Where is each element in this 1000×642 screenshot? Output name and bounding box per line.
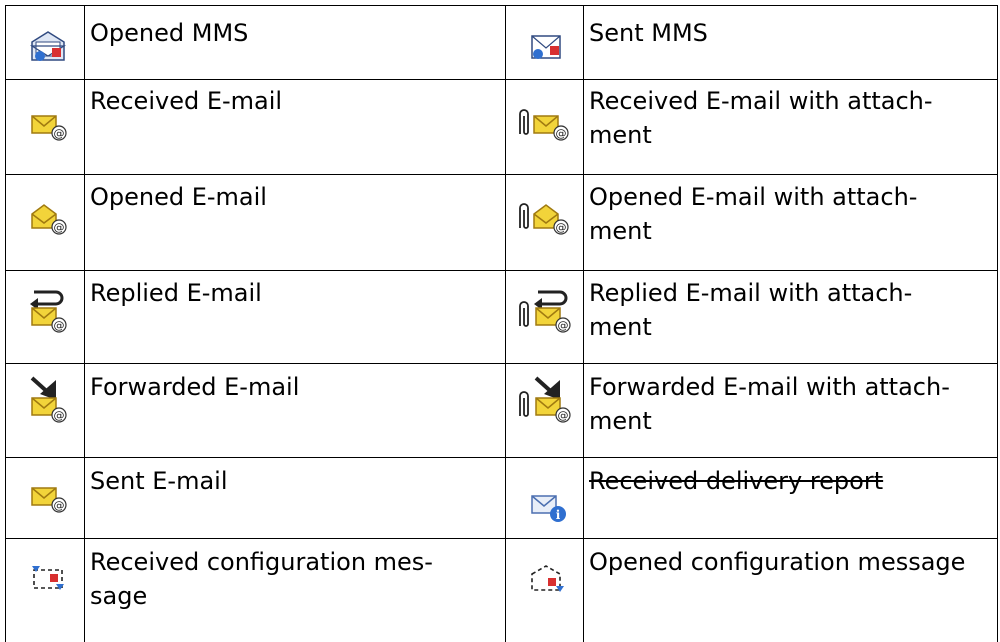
table-rule (5, 270, 998, 271)
opened-email-label: Opened E-mail (90, 183, 267, 211)
received-config-label: Received configuration mes- sage (90, 548, 433, 610)
received-email-icon: @ (31, 115, 67, 141)
svg-text:@: @ (54, 319, 65, 332)
delivery-report-icon: i (531, 495, 566, 522)
table-rule (583, 5, 584, 642)
sent-mms-label: Sent MMS (589, 19, 708, 47)
sent-email-label: Sent E-mail (90, 467, 228, 495)
received-email-label: Received E-mail (90, 87, 283, 115)
opened-config-icon (531, 565, 564, 592)
replied-email-icon: @ (30, 290, 67, 333)
opened-email-icon: @ (31, 204, 67, 235)
sent-mms-icon (531, 35, 561, 59)
svg-text:i: i (556, 508, 561, 522)
table-rule (84, 5, 85, 642)
svg-text:@: @ (54, 127, 65, 140)
table-rule (5, 5, 6, 642)
svg-text:@: @ (54, 221, 65, 234)
forwarded-email-attachment-label: Forwarded E-mail with attach- ment (589, 373, 950, 435)
table-rule (5, 79, 998, 80)
replied-email-attachment-label: Replied E-mail with attach- ment (589, 279, 913, 341)
table-rule (505, 5, 506, 642)
received-email-attachment-label: Received E-mail with attach- ment (589, 87, 933, 149)
replied-email-label: Replied E-mail (90, 279, 262, 307)
replied-email-attachment-icon: @ (519, 290, 571, 333)
svg-text:@: @ (558, 409, 569, 422)
table-rule (5, 363, 998, 364)
received-config-icon (32, 566, 64, 590)
sent-email-icon: @ (31, 487, 67, 513)
forwarded-email-label: Forwarded E-mail (90, 373, 300, 401)
opened-email-attachment-label: Opened E-mail with attach- ment (589, 183, 918, 245)
received-email-attachment-icon: @ (519, 109, 569, 141)
opened-mms-icon (29, 31, 67, 61)
opened-email-attachment-icon: @ (519, 203, 569, 235)
table-rule (997, 5, 998, 642)
forwarded-email-icon: @ (30, 376, 67, 423)
delivery-report-label: Received delivery report (589, 467, 884, 495)
svg-text:@: @ (54, 409, 65, 422)
opened-config-label: Opened configuration message (589, 548, 966, 576)
svg-text:@: @ (556, 221, 567, 234)
table-rule (5, 457, 998, 458)
opened-mms-label: Opened MMS (90, 19, 249, 47)
forwarded-email-attachment-icon: @ (519, 376, 571, 423)
icon-legend-table: Opened MMS Sent MMS @ Received E-mail @ … (0, 0, 1000, 642)
table-rule (5, 174, 998, 175)
table-rule (5, 538, 998, 539)
svg-text:@: @ (556, 127, 567, 140)
svg-text:@: @ (54, 499, 65, 512)
table-rule (5, 5, 998, 6)
svg-text:@: @ (558, 319, 569, 332)
